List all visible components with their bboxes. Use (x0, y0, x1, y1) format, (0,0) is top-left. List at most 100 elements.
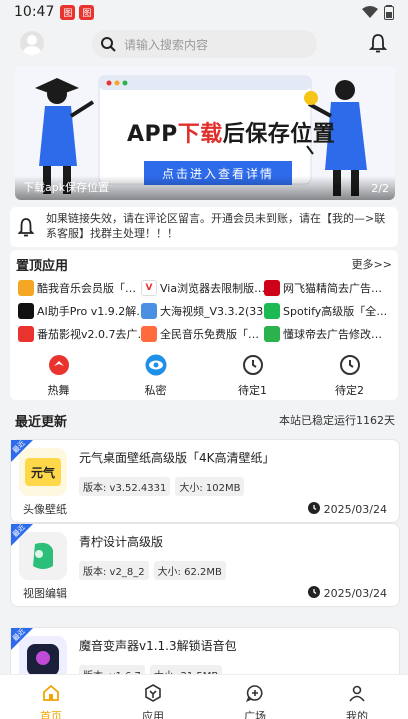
update-date: 2025/03/24 (307, 502, 387, 517)
pinned-app-item[interactable]: 网飞猫精简去广告… (264, 279, 387, 296)
hot-dance-icon (48, 354, 70, 380)
quick-actions: 热舞 私密 待定1 待定2 (10, 354, 398, 398)
pinned-app-name: 网飞猫精简去广告… (283, 281, 382, 295)
banner-page-indicator: 2/2 (371, 182, 389, 195)
recent-header: 最近更新 本站已稳定运行1162天 (15, 410, 395, 430)
quick-action-1[interactable]: 热舞 (10, 354, 107, 398)
pinned-app-name: Via浏览器去限制版… (160, 281, 264, 295)
app-title: 青柠设计高级版 (79, 535, 164, 549)
search-bar[interactable]: 请输入搜索内容 (92, 30, 317, 58)
recent-card[interactable]: 最近视图编辑 青柠设计高级版版本: v2_8_2 大小: 62.2MB 2025/03… (10, 523, 400, 607)
tab-label: 应用 (142, 710, 164, 719)
pinned-app-item[interactable]: AI助手Pro v1.9.2解… (18, 302, 141, 319)
status-time: 10:47 (14, 4, 55, 20)
pinned-app-name: Spotify高级版「全… (283, 304, 387, 318)
notice-card[interactable]: 如果链接失效，请在评论区留言。开通会员未到账，请在【我的—>联系客服】找群主处理… (10, 207, 398, 247)
notification-badge-2: 图 (79, 4, 95, 20)
quanmin-music-icon (141, 325, 157, 342)
size-tag: 大小: 62.2MB (153, 561, 226, 580)
recent-ribbon-badge: 最近 (11, 627, 33, 650)
eye-icon (144, 354, 168, 380)
update-date: 2025/03/24 (307, 586, 387, 601)
pinned-app-name: 酷我音乐会员版「… (37, 281, 136, 295)
quick-action-3[interactable]: 待定1 (204, 354, 301, 398)
quick-action-label: 热舞 (47, 384, 70, 397)
kuwo-icon (18, 279, 34, 296)
clock-icon (307, 502, 320, 517)
bottom-tab-bar: 首页 应用 广场 我的 (0, 674, 408, 719)
uptime-text: 本站已稳定运行1162天 (279, 414, 395, 427)
quick-action-2[interactable]: 私密 (107, 354, 204, 398)
recent-ribbon-badge: 最近 (11, 439, 33, 462)
app-category: 头像壁纸 (23, 503, 67, 516)
banner-caption-bar: 下载apk保存位置 2/2 (15, 176, 395, 200)
tab-label: 我的 (346, 710, 368, 719)
dahai-video-icon (141, 302, 157, 319)
pinned-header: 置顶应用 更多>> (16, 254, 392, 274)
app-root: 10:47 图 图 请输入搜索内容 APP下载后保存位置 点击进入查看详情 下载… (0, 0, 408, 719)
avatar[interactable] (20, 31, 44, 55)
tab-2[interactable]: 应用 (102, 675, 204, 719)
version-tag: 版本: v2_8_2 (79, 561, 149, 580)
clock-icon (339, 354, 361, 380)
tab-1[interactable]: 首页 (0, 675, 102, 719)
banner-title: APP下载后保存位置 (127, 122, 336, 147)
pinned-more-link[interactable]: 更多>> (352, 256, 392, 272)
app-title: 魔音变声器v1.1.3解锁语音包 (79, 639, 237, 653)
version-tag: 版本: v3.52.4331 (79, 477, 171, 496)
tab-label: 广场 (244, 710, 266, 719)
search-icon (101, 37, 116, 52)
app-icon-text: 元气 (30, 466, 55, 480)
banner-caption: 下载apk保存位置 (23, 181, 110, 194)
pinned-app-name: 懂球帝去广告修改… (283, 327, 382, 341)
pinned-app-name: 大海视频_V3.3.2(33… (160, 304, 264, 318)
clock-icon (242, 354, 264, 380)
recent-ribbon-badge: 最近 (11, 523, 33, 546)
tab-3[interactable]: 广场 (204, 675, 306, 719)
pinned-app-item[interactable]: Spotify高级版「全… (264, 302, 387, 319)
apps-cube-icon (144, 684, 162, 706)
pinned-app-name: AI助手Pro v1.9.2解… (37, 304, 141, 318)
tab-label: 首页 (40, 710, 62, 719)
app-tags: 版本: v2_8_2 大小: 62.2MB (79, 561, 226, 580)
app-row: 番茄影视v2.0.7去广… 全民音乐免费版「… 懂球帝去广告修改… (18, 322, 394, 345)
pinned-apps-panel: 置顶应用 更多>> 酷我音乐会员版「… V Via浏览器去限制版… 网飞猫精简去广告…… (10, 250, 398, 400)
home-icon (42, 684, 60, 706)
pinned-app-name: 全民音乐免费版「… (160, 327, 259, 341)
clock-icon (307, 586, 320, 601)
search-placeholder[interactable]: 请输入搜索内容 (124, 36, 208, 53)
quick-action-label: 待定1 (238, 384, 267, 397)
notification-badge-1: 图 (60, 4, 76, 20)
dongqiudi-icon (264, 325, 280, 342)
wifi-icon (362, 6, 378, 18)
bell-icon[interactable] (369, 33, 387, 53)
tab-4[interactable]: 我的 (306, 675, 408, 719)
app-category: 视图编辑 (23, 587, 67, 600)
recent-card[interactable]: 元气 最近头像壁纸 元气桌面壁纸高级版「4K高清壁纸」版本: v3.52.4331 大… (10, 439, 400, 523)
pinned-app-item[interactable]: 酷我音乐会员版「… (18, 279, 141, 296)
quick-action-4[interactable]: 待定2 (301, 354, 398, 398)
banner-carousel[interactable]: APP下载后保存位置 点击进入查看详情 下载apk保存位置 2/2 (15, 66, 395, 200)
app-tags: 版本: v3.52.4331 大小: 102MB (79, 477, 245, 496)
size-tag: 大小: 102MB (175, 477, 245, 496)
quick-action-label: 私密 (144, 384, 167, 397)
pinned-app-grid: 酷我音乐会员版「… V Via浏览器去限制版… 网飞猫精简去广告… AI助手Pro v1… (18, 276, 394, 345)
app-title: 元气桌面壁纸高级版「4K高清壁纸」 (79, 451, 275, 465)
pinned-app-item[interactable]: 全民音乐免费版「… (141, 325, 264, 342)
quick-action-label: 待定2 (335, 384, 364, 397)
spotify-icon (264, 302, 280, 319)
pinned-app-name: 番茄影视v2.0.7去广… (37, 327, 141, 341)
update-date-text: 2025/03/24 (323, 503, 387, 516)
pinned-app-item[interactable]: 大海视频_V3.3.2(33… (141, 302, 264, 319)
pinned-app-item[interactable]: V Via浏览器去限制版… (141, 279, 264, 296)
pinned-app-item[interactable]: 番茄影视v2.0.7去广… (18, 325, 141, 342)
recent-title: 最近更新 (15, 414, 68, 430)
netflix-cat-icon (264, 279, 280, 296)
ai-assistant-icon (18, 302, 34, 319)
plaza-chat-icon (245, 684, 264, 706)
tomato-video-icon (18, 325, 34, 342)
via-icon: V (141, 279, 157, 296)
status-icons (362, 4, 394, 20)
pinned-app-item[interactable]: 懂球帝去广告修改… (264, 325, 387, 342)
status-bar: 10:47 图 图 (0, 0, 408, 24)
